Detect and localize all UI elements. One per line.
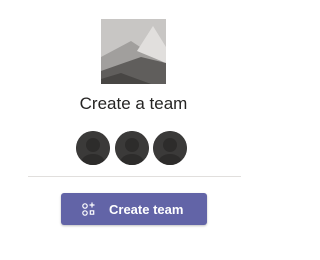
person-avatar-icon	[153, 131, 187, 165]
divider	[28, 176, 241, 177]
create-team-card: Create a team Create team	[0, 0, 267, 260]
card-title: Create a team	[79, 94, 188, 113]
create-team-button[interactable]: Create team	[61, 193, 207, 225]
member-avatar-3	[153, 131, 187, 165]
member-avatar-1	[76, 131, 110, 165]
team-placeholder-image	[101, 19, 166, 84]
image-placeholder-icon	[101, 19, 166, 84]
member-avatar-2	[115, 131, 149, 165]
create-team-button-label: Create team	[109, 201, 184, 217]
add-team-icon	[80, 201, 97, 218]
person-avatar-icon	[76, 131, 110, 165]
person-avatar-icon	[115, 131, 149, 165]
